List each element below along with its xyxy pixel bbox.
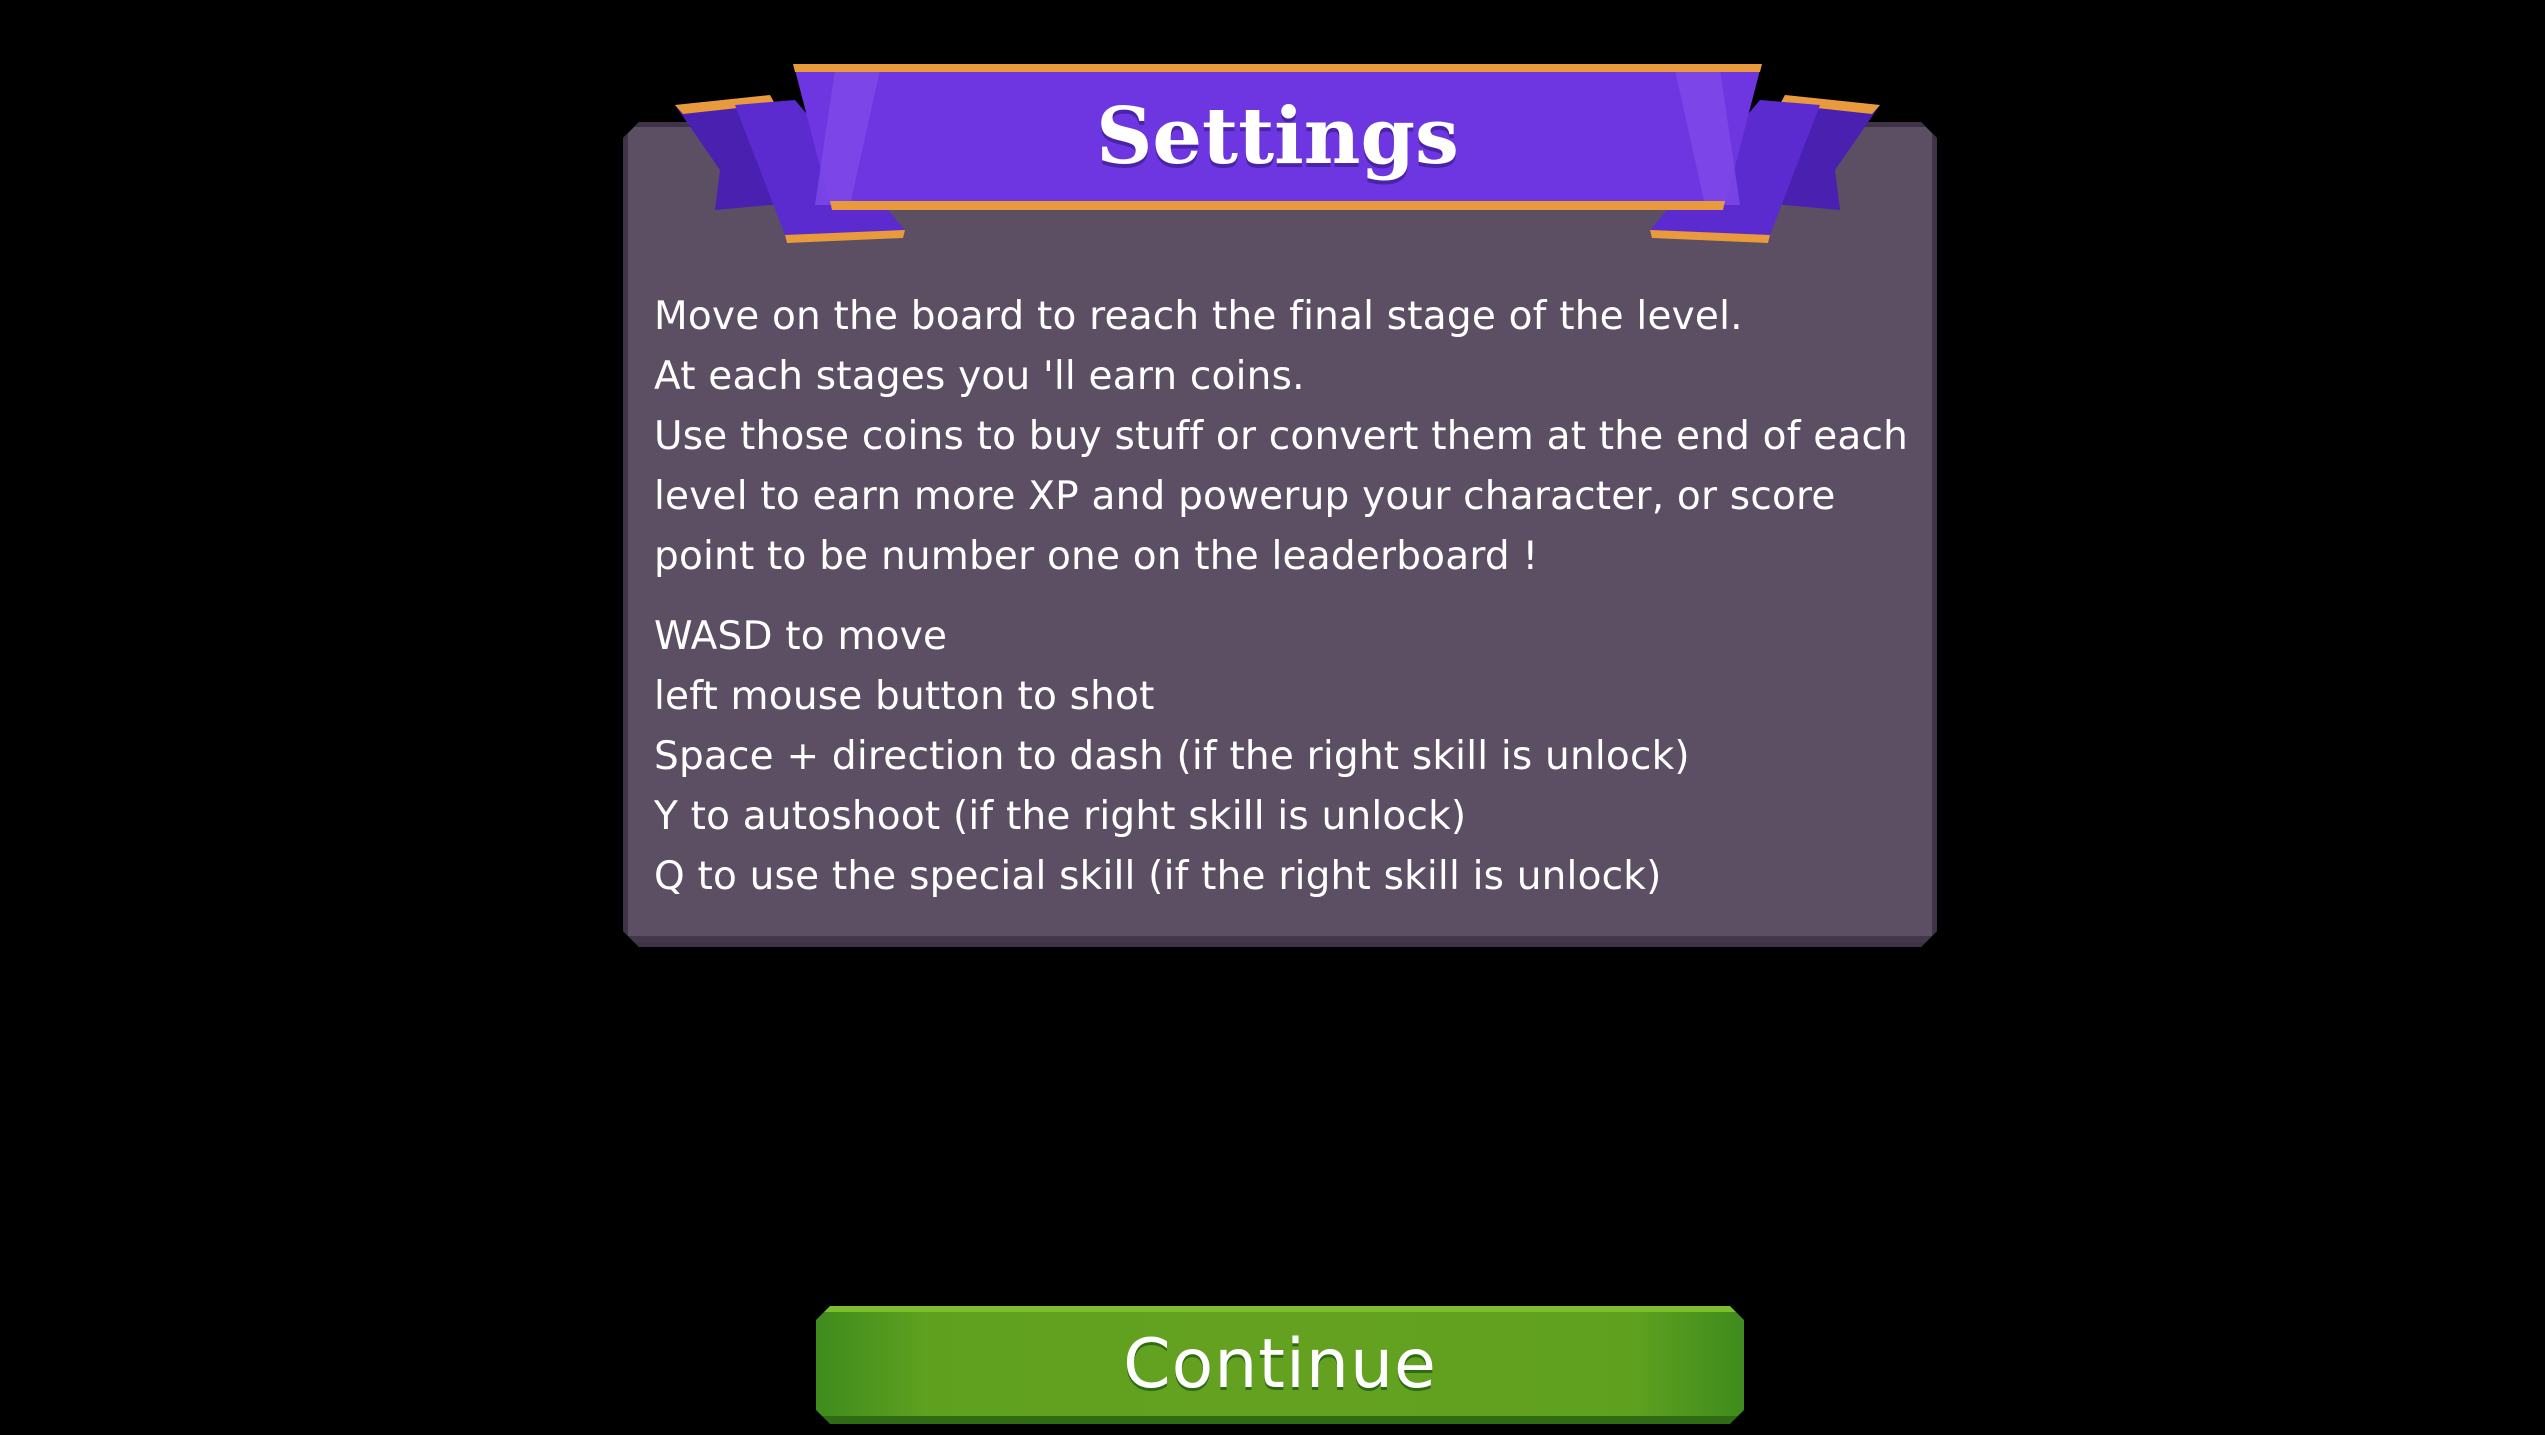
game-screen: Move on the board to reach the final sta…	[0, 0, 2545, 1435]
description-line: Move on the board to reach the final sta…	[654, 294, 1743, 339]
description-line: Use those coins to buy stuff or convert …	[654, 414, 1909, 459]
description-paragraph: Move on the board to reach the final sta…	[654, 287, 1914, 587]
controls-paragraph: WASD to move left mouse button to shot S…	[654, 607, 1914, 907]
description-line: point to be number one on the leaderboar…	[654, 534, 1539, 579]
control-line: Space + direction to dash (if the right …	[654, 734, 1690, 779]
continue-button-label: Continue	[1123, 1324, 1437, 1404]
continue-button[interactable]: Continue	[816, 1306, 1744, 1424]
panel-text: Move on the board to reach the final sta…	[654, 287, 1914, 907]
panel-bottom-edge	[628, 936, 1932, 942]
control-line: left mouse button to shot	[654, 674, 1155, 719]
description-line: level to earn more XP and powerup your c…	[654, 474, 1836, 519]
description-line: At each stages you 'll earn coins.	[654, 354, 1305, 399]
ribbon-top-trim	[793, 64, 1762, 72]
control-line: Y to autoshoot (if the right skill is un…	[654, 794, 1467, 839]
control-line: Q to use the special skill (if the right…	[654, 854, 1662, 899]
dialog-title: Settings	[1096, 91, 1459, 182]
ribbon-bottom-trim	[830, 201, 1725, 210]
control-line: WASD to move	[654, 614, 948, 659]
